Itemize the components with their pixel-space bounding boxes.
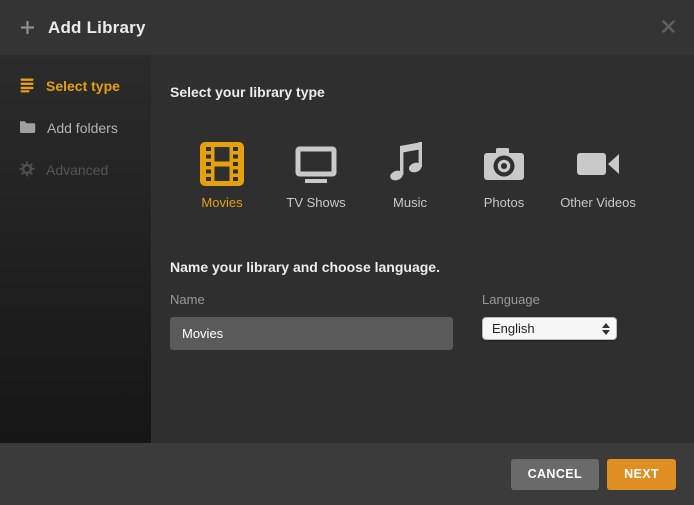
library-type-label: TV Shows	[286, 195, 345, 210]
plus-icon	[20, 20, 35, 35]
dialog-header: Add Library	[0, 0, 694, 55]
name-field-group: Name	[170, 292, 453, 350]
language-select[interactable]: English	[482, 317, 617, 340]
gear-icon	[19, 161, 35, 180]
library-type-label: Movies	[201, 195, 242, 210]
main-panel: Select your library type	[151, 55, 694, 443]
camera-icon	[480, 140, 528, 188]
language-field-group: Language English	[482, 292, 617, 350]
dialog-body: Select type Add folders Advance	[0, 55, 694, 443]
language-select-wrap: English	[482, 317, 617, 340]
sidebar-item-label: Advanced	[46, 162, 108, 178]
sidebar: Select type Add folders Advance	[0, 55, 151, 443]
library-type-label: Other Videos	[560, 195, 636, 210]
list-type-icon	[19, 77, 35, 96]
next-button[interactable]: NEXT	[607, 459, 676, 490]
select-type-title: Select your library type	[170, 84, 674, 100]
library-type-music[interactable]: Music	[384, 140, 436, 210]
library-type-tv-shows[interactable]: TV Shows	[290, 140, 342, 210]
language-label: Language	[482, 292, 617, 307]
name-section-title: Name your library and choose language.	[170, 259, 674, 275]
form-fields: Name Language English	[170, 292, 674, 350]
sidebar-item-add-folders[interactable]: Add folders	[0, 107, 151, 149]
music-note-icon	[386, 140, 434, 188]
name-label: Name	[170, 292, 453, 307]
folder-icon	[19, 119, 36, 137]
sidebar-item-label: Select type	[46, 78, 120, 94]
sidebar-item-label: Add folders	[47, 120, 118, 136]
film-strip-icon	[198, 140, 246, 188]
library-type-label: Music	[393, 195, 427, 210]
close-button[interactable]	[658, 18, 678, 38]
library-type-other-videos[interactable]: Other Videos	[572, 140, 624, 210]
dialog-footer: CANCEL NEXT	[0, 443, 694, 505]
dialog-title: Add Library	[48, 18, 146, 38]
video-camera-icon	[574, 140, 622, 188]
cancel-button[interactable]: CANCEL	[511, 459, 599, 490]
library-type-list: Movies TV Shows	[196, 140, 674, 210]
library-type-label: Photos	[484, 195, 524, 210]
library-name-input[interactable]	[170, 317, 453, 350]
library-type-movies[interactable]: Movies	[196, 140, 248, 210]
tv-icon	[292, 140, 340, 188]
add-library-dialog: Add Library Select type	[0, 0, 694, 505]
close-icon	[662, 20, 675, 36]
library-type-photos[interactable]: Photos	[478, 140, 530, 210]
sidebar-item-select-type[interactable]: Select type	[0, 65, 151, 107]
sidebar-item-advanced[interactable]: Advanced	[0, 149, 151, 191]
